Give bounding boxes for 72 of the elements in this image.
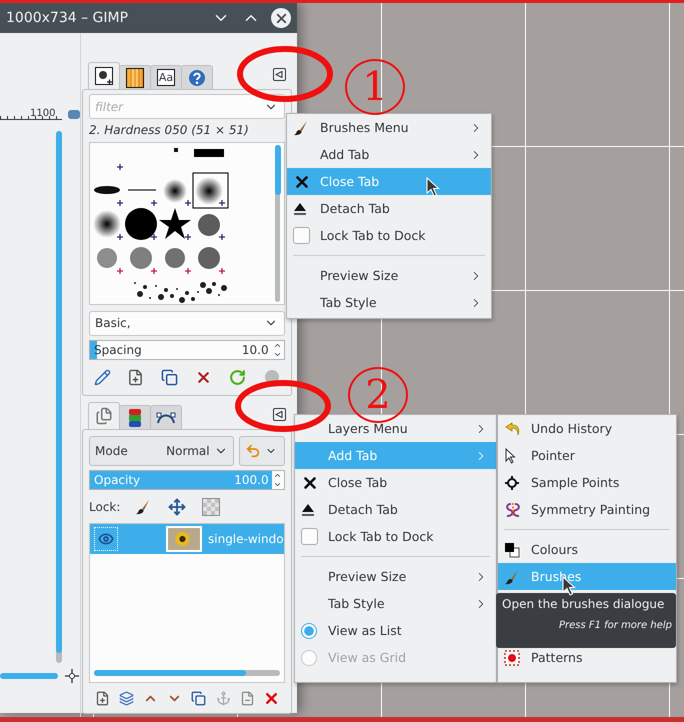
lock-label: Lock:	[89, 500, 120, 514]
dock-tab[interactable]	[119, 65, 151, 89]
layer-name: single-windo	[208, 532, 284, 546]
menu-item[interactable]: Detach Tab	[287, 195, 491, 222]
lock-position-icon[interactable]	[166, 496, 188, 518]
menu-item[interactable]: Preview Size	[295, 563, 496, 590]
spin-down-icon[interactable]	[273, 480, 282, 489]
visibility-eye-icon[interactable]	[94, 527, 118, 551]
radio-button[interactable]	[301, 622, 317, 638]
symmetry-icon	[504, 502, 522, 518]
menu-item[interactable]: Add Tab	[287, 141, 491, 168]
layers-tab-icon	[95, 407, 113, 425]
mode-dropdown[interactable]: Mode Normal	[89, 436, 234, 466]
dock-tab[interactable]	[88, 62, 120, 89]
paintbrush-icon	[293, 120, 309, 136]
undo-icon	[244, 443, 261, 459]
grid-scrollbar[interactable]	[274, 144, 280, 302]
paintbrush-icon	[135, 498, 152, 514]
horizontal-scrollbar[interactable]	[0, 673, 58, 679]
brush-name: 2. Hardness 050 (51 × 51)	[89, 123, 250, 138]
menu-item[interactable]: Symmetry Painting	[498, 496, 676, 523]
brush-grid[interactable]	[89, 142, 285, 305]
pattern-icon	[504, 650, 520, 666]
filter-field[interactable]: filter	[95, 100, 260, 114]
layer-thumbnail	[166, 526, 202, 552]
paintbrush-icon	[504, 568, 520, 584]
undo-arrow-icon	[504, 420, 522, 436]
menu-item[interactable]: Close Tab	[295, 469, 496, 496]
tag-field[interactable]: Basic,	[89, 310, 285, 336]
navigate-icon[interactable]	[64, 668, 80, 684]
ruler: 1100	[0, 108, 62, 120]
tooltip-help-text: Press F1 for more help	[558, 620, 672, 631]
menu-item[interactable]: Patterns	[498, 644, 676, 671]
window-title: 1000x734 – GIMP	[6, 10, 130, 26]
colour-swatches-icon	[504, 542, 520, 558]
menu-item[interactable]: Lock Tab to Dock	[295, 523, 496, 550]
close-button[interactable]	[271, 8, 291, 28]
mouse-pointer-icon	[426, 177, 440, 197]
zoom-toggle-button[interactable]	[68, 110, 80, 118]
vertical-scrollbar[interactable]	[56, 131, 62, 663]
menu-item[interactable]: Colours	[498, 536, 676, 563]
gradient-tab-icon	[126, 68, 144, 88]
channels-tab-icon	[128, 408, 142, 428]
tab-menu-button[interactable]	[272, 408, 286, 421]
tooltip-text: Open the brushes dialogue	[502, 597, 666, 611]
paths-tab-icon	[156, 410, 176, 424]
dock-tab[interactable]	[150, 405, 182, 429]
crosshair-point-icon	[504, 474, 520, 490]
menu-item[interactable]: Tab Style	[295, 590, 496, 617]
checkbox[interactable]	[301, 528, 318, 545]
help-icon	[188, 68, 206, 86]
spin-up-icon[interactable]	[273, 471, 282, 480]
menu-item[interactable]: Preview Size	[287, 262, 491, 289]
checkbox[interactable]	[293, 227, 310, 244]
menu-item[interactable]: View as List	[295, 617, 496, 644]
brush-tab-icon	[95, 67, 113, 85]
menu-item[interactable]: Sample Points	[498, 469, 676, 496]
menu-item[interactable]: Detach Tab	[295, 496, 496, 523]
list-scrollbar[interactable]	[94, 670, 280, 676]
lock-alpha-icon[interactable]	[200, 496, 222, 518]
menu-item[interactable]: Brushes Menu	[287, 114, 491, 141]
menu-item[interactable]: Pointer	[498, 442, 676, 469]
tab-menu-button[interactable]	[272, 68, 286, 81]
menu-item[interactable]: Tab Style	[287, 289, 491, 316]
eject-icon	[293, 200, 307, 216]
dock-tab[interactable]: Aa	[150, 65, 182, 89]
menu-item[interactable]: Undo History	[498, 415, 676, 442]
menu-item[interactable]: Lock Tab to Dock	[287, 222, 491, 249]
arrow-pointer-icon	[504, 448, 518, 464]
filter-dropdown[interactable]: filter	[89, 94, 285, 119]
font-tab-icon: Aa	[156, 69, 176, 86]
eject-icon	[301, 502, 315, 518]
